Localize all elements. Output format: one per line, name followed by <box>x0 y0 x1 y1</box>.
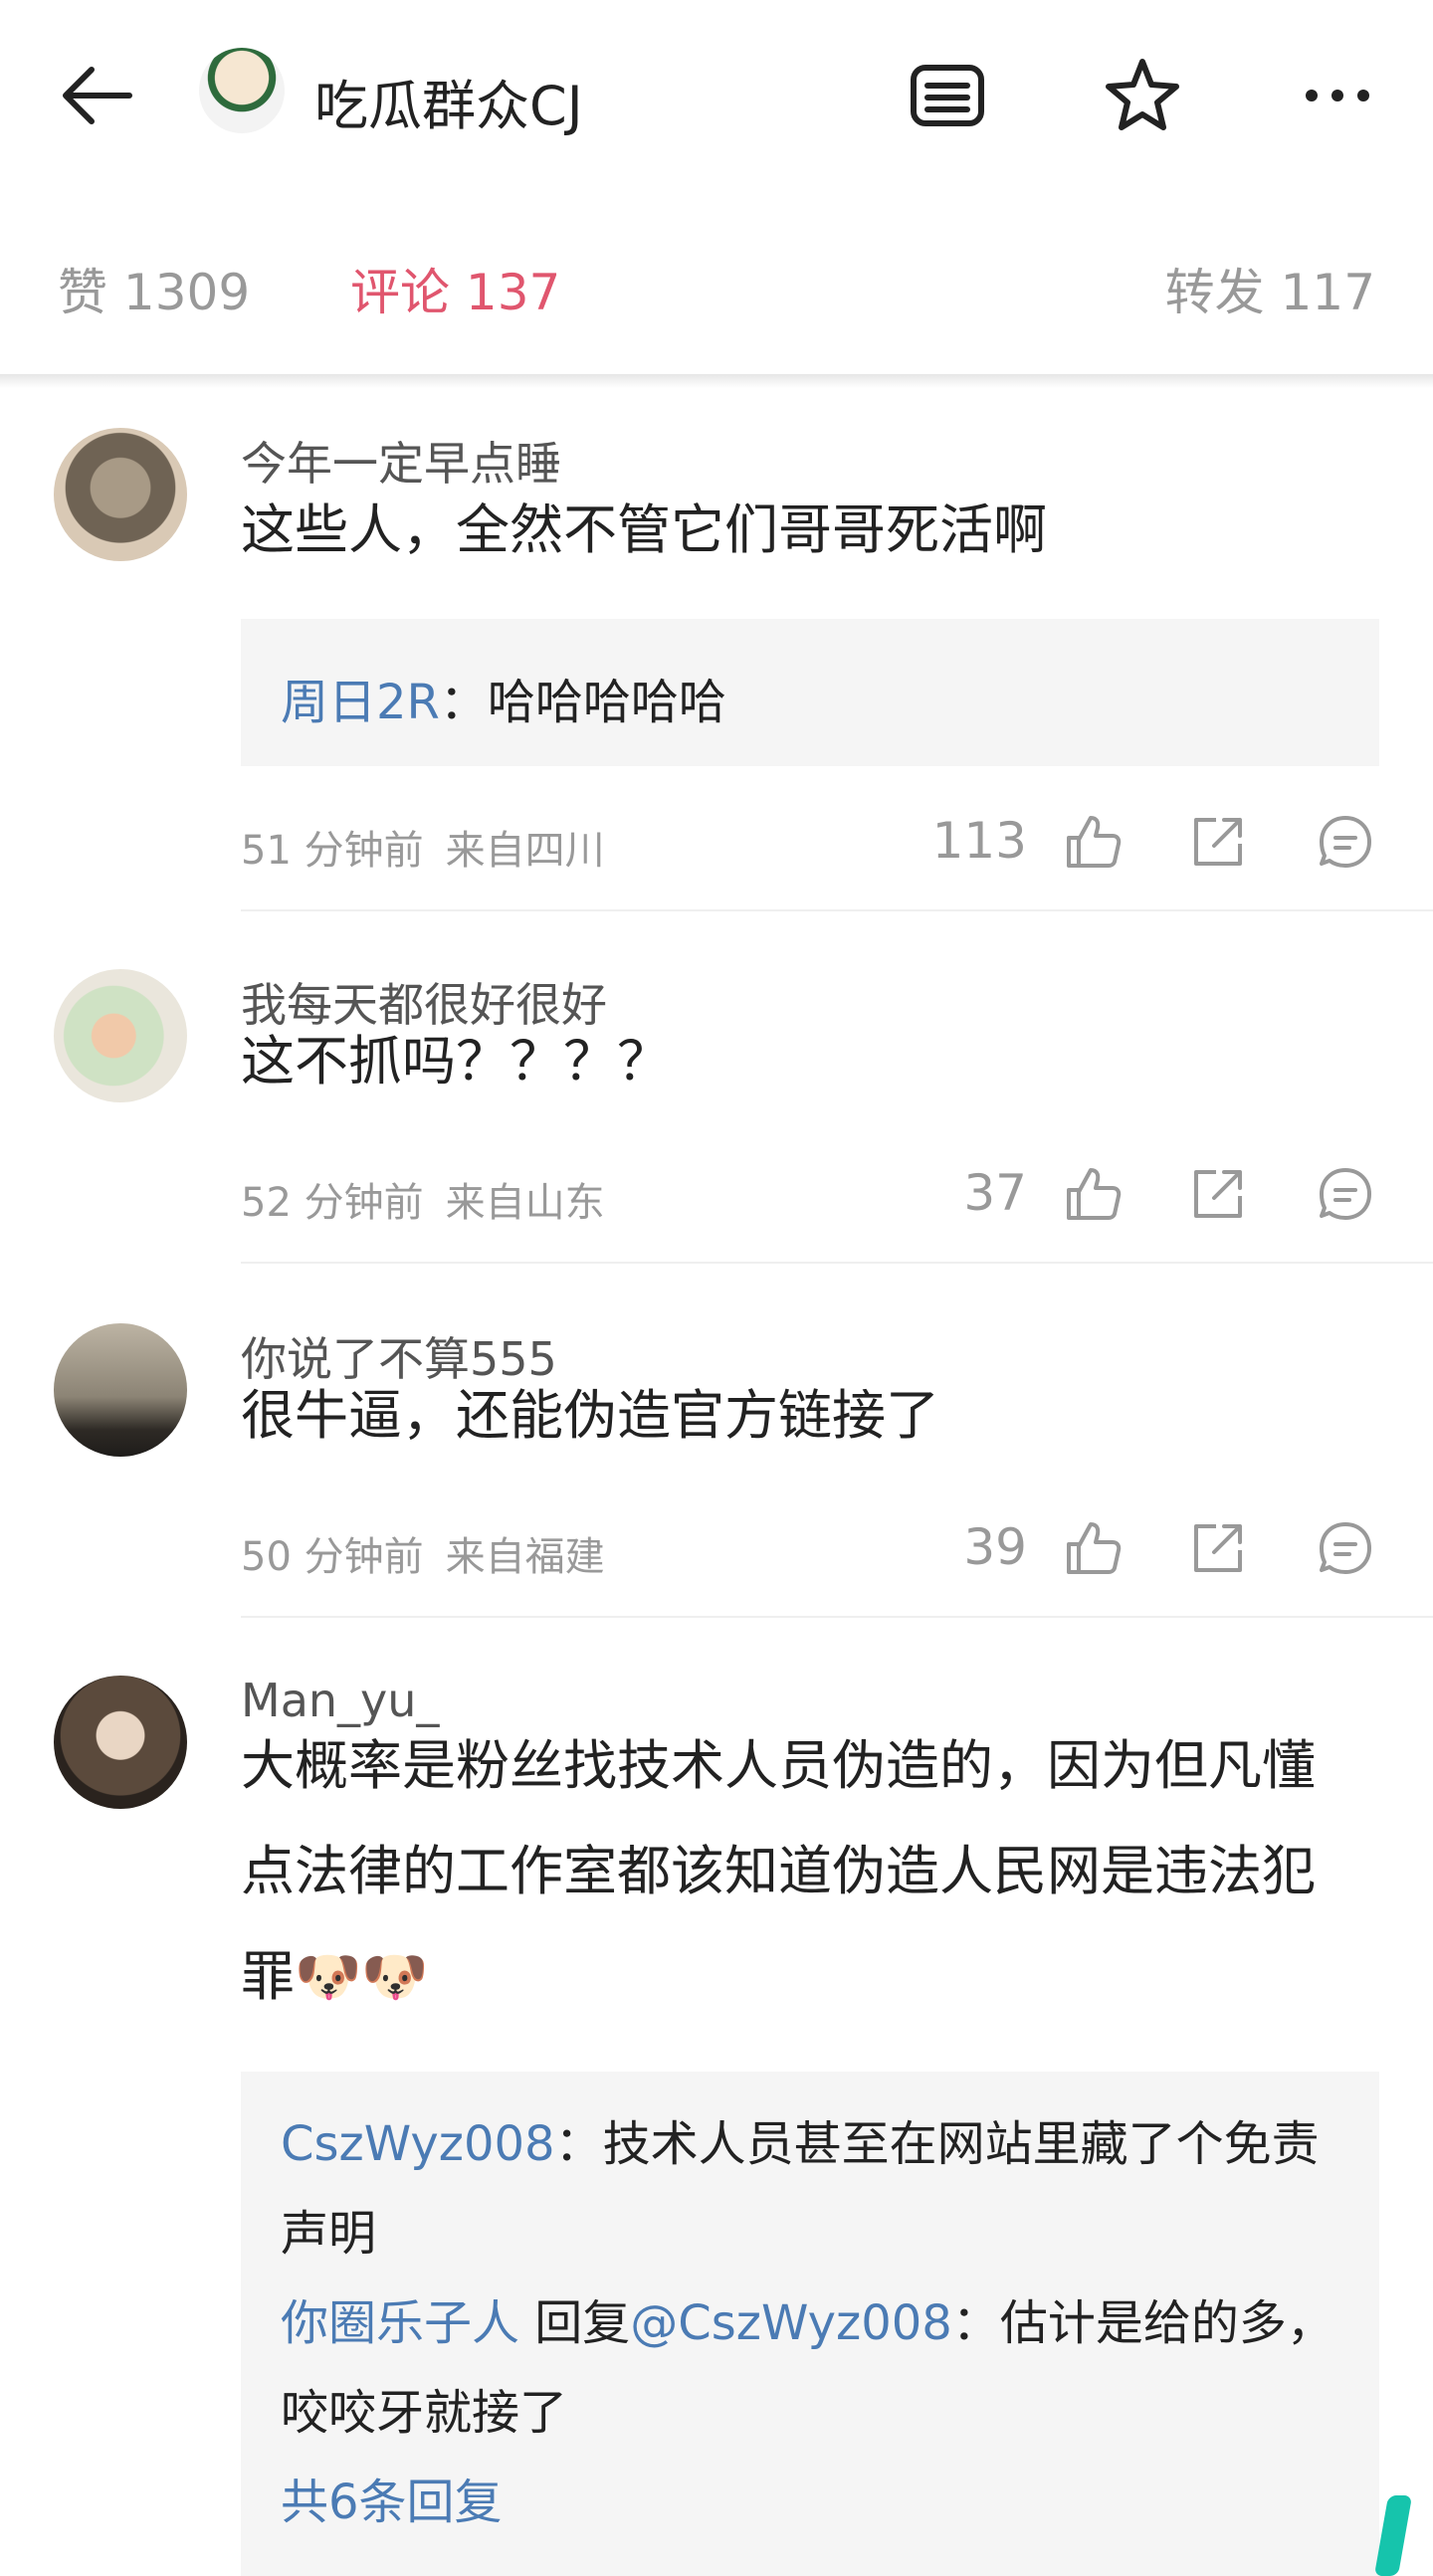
reply-bubble-icon[interactable] <box>1314 1516 1377 1580</box>
reply-line: 你圈乐子人 回复@CszWyz008：估计是给的多， <box>281 2279 1335 2368</box>
comment-text: 大概率是粉丝找技术人员伪造的，因为但凡懂 点法律的工作室都该知道伪造人民网是违法… <box>241 1713 1385 2030</box>
more-icon[interactable] <box>1294 52 1381 139</box>
comment-location: 来自福建 <box>445 1534 605 1580</box>
comment-divider <box>241 1616 1433 1618</box>
tab-likes[interactable]: 赞 1309 <box>58 253 250 324</box>
article-icon[interactable] <box>904 52 991 139</box>
comment-avatar[interactable] <box>54 1676 187 1809</box>
reply-bubble-icon[interactable] <box>1314 810 1377 874</box>
thumbs-up-icon[interactable] <box>1061 1516 1125 1580</box>
back-arrow-icon[interactable] <box>58 56 137 135</box>
comment-time: 51 分钟前 <box>241 828 424 874</box>
reply-mention[interactable]: @CszWyz008 <box>630 2295 952 2351</box>
reply-text: 估计是给的多， <box>999 2295 1334 2351</box>
reply-line: CszWyz008：技术人员甚至在网站里藏了个免责 <box>281 2099 1335 2189</box>
comment-text: 这些人，全然不管它们哥哥死活啊 <box>241 498 1047 561</box>
comment-meta: 52 分钟前 来自山东 <box>241 1170 627 1228</box>
page-title[interactable]: 吃瓜群众CJ <box>314 62 583 140</box>
comment-avatar[interactable] <box>54 1323 187 1457</box>
reply-list: CszWyz008：技术人员甚至在网站里藏了个免责 声明 你圈乐子人 回复@Cs… <box>281 2099 1335 2547</box>
reply-separator: ： <box>951 2295 1000 2351</box>
comment-text: 这不抓吗？？？？ <box>241 1030 671 1092</box>
reply-text-cont: 咬咬牙就接了 <box>281 2385 568 2441</box>
top-bar: 吃瓜群众CJ <box>0 0 1433 189</box>
reply-bubble-icon[interactable] <box>1314 1162 1377 1226</box>
tab-bar: 赞 1309 评论 137 转发 117 <box>0 189 1433 374</box>
comment-text: 很牛逼，还能伪造官方链接了 <box>241 1384 939 1447</box>
share-icon[interactable] <box>1186 810 1250 874</box>
reply-separator: ： <box>439 675 488 730</box>
like-count: 113 <box>931 812 1027 870</box>
star-icon[interactable] <box>1099 52 1186 139</box>
reply-box[interactable]: 周日2R：哈哈哈哈哈 <box>241 619 1379 766</box>
comment-text-line: 大概率是粉丝找技术人员伪造的，因为但凡懂 <box>241 1734 1316 1797</box>
comment-time: 50 分钟前 <box>241 1534 424 1580</box>
comment-divider <box>241 1262 1433 1264</box>
reply-username[interactable]: CszWyz008 <box>281 2116 555 2172</box>
more-replies-link[interactable]: 共6条回复 <box>281 2458 1335 2547</box>
reply-username[interactable]: 你圈乐子人 <box>281 2295 519 2351</box>
reply-text: 哈哈哈哈哈 <box>487 675 726 730</box>
tab-bar-shadow <box>0 374 1433 388</box>
tab-reposts[interactable]: 转发 117 <box>1165 253 1375 324</box>
comment-meta: 51 分钟前 来自四川 <box>241 818 627 876</box>
comment-meta: 50 分钟前 来自福建 <box>241 1524 627 1582</box>
reply-box[interactable]: CszWyz008：技术人员甚至在网站里藏了个免责 声明 你圈乐子人 回复@Cs… <box>241 2072 1379 2576</box>
comment-text-tail: 罪 <box>241 1945 295 2008</box>
comment-location: 来自山东 <box>445 1180 605 1226</box>
thumbs-up-icon[interactable] <box>1061 1162 1125 1226</box>
comment-avatar[interactable] <box>54 428 187 561</box>
comment-location: 来自四川 <box>445 828 605 874</box>
thumbs-up-icon[interactable] <box>1061 810 1125 874</box>
like-count: 39 <box>963 1518 1027 1576</box>
reply-text: 技术人员甚至在网站里藏了个免责 <box>602 2116 1320 2172</box>
reply-line: 周日2R：哈哈哈哈哈 <box>281 663 726 732</box>
comment-divider <box>241 909 1433 911</box>
comment-time: 52 分钟前 <box>241 1180 424 1226</box>
share-icon[interactable] <box>1186 1516 1250 1580</box>
comment-avatar[interactable] <box>54 969 187 1102</box>
reply-text-cont: 声明 <box>281 2206 377 2262</box>
reply-verb: 回复 <box>519 2295 631 2351</box>
scroll-indicator <box>1373 2495 1413 2576</box>
comment-text-line: 点法律的工作室都该知道伪造人民网是违法犯 <box>241 1840 1316 1902</box>
doge-emoji: 🐶🐶 <box>295 1945 429 2008</box>
comment-text-line: 罪🐶🐶 <box>241 1924 1385 2030</box>
reply-username[interactable]: 周日2R <box>281 675 440 730</box>
reply-separator: ： <box>554 2116 603 2172</box>
share-icon[interactable] <box>1186 1162 1250 1226</box>
like-count: 37 <box>963 1164 1027 1222</box>
author-avatar[interactable] <box>199 48 285 133</box>
